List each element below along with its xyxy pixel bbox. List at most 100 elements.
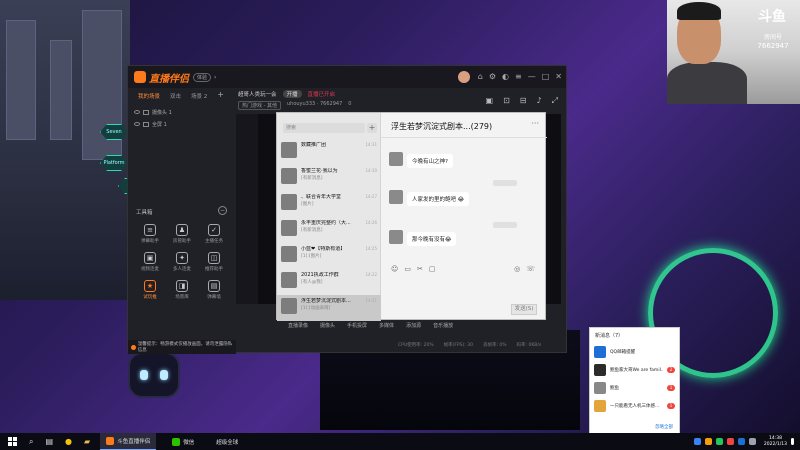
phone-icon[interactable]: ☏ [526,265,535,273]
tool-music[interactable]: 音乐播放 [433,322,453,329]
tool-label: 房管助手 [173,239,191,244]
tool-item[interactable]: ▤ 弹幕墙 [198,280,230,300]
version-badge[interactable]: 体验 [193,72,212,82]
tray-icon[interactable] [726,438,734,445]
clock[interactable]: 14:38 2022/1/13 [764,436,787,448]
tool-icon: ◫ [208,252,220,264]
live-tag[interactable]: 开播 [282,90,302,98]
add-chat-icon[interactable]: + [367,123,377,133]
webcam-logo: 斗鱼 [758,9,786,25]
search-icon[interactable]: ⌕ [29,437,33,447]
share-icon[interactable]: ⤢ [552,96,558,106]
tool-item[interactable]: ≡ 弹幕助手 [134,224,166,244]
tool-record[interactable]: 直播录像 [288,322,308,329]
close-button[interactable]: ✕ [555,72,562,81]
send-button[interactable]: 发送(S) [511,304,537,315]
input-toolbar: ☺ ▭ ✂ ▢ [391,265,435,273]
tool-item[interactable]: ★ 试玩推 [134,280,166,300]
qq-message-row[interactable]: 鲍鱼 1 [590,379,679,397]
tool-media[interactable]: 多媒体 [379,322,394,329]
qq-message-row[interactable]: 鲍鱼家大哥We are famil... 2 [590,361,679,379]
preview-sidebar [236,114,258,304]
conversation-preview: [有新消息] [301,228,323,233]
chrome-icon[interactable]: ● [65,437,72,446]
tab-my-scene[interactable]: 我的场景 [138,92,160,100]
qq-tray-icon[interactable] [737,438,745,445]
gift-icon[interactable]: ⌂ [478,72,483,81]
eye-icon[interactable] [134,122,140,126]
skin-icon[interactable]: ◐ [502,72,509,81]
chat-history-icon[interactable]: ▢ [429,265,436,273]
tool-item[interactable]: ▣ 视频连麦 [134,252,166,272]
settings-icon[interactable]: ⚙ [489,72,496,81]
menu-icon[interactable]: ≡ [515,72,522,81]
qq-message-row[interactable]: QQ邮箱提醒 [590,343,679,361]
chevron-right-icon[interactable]: › [214,74,216,81]
tool-item[interactable]: ♟ 房管助手 [166,224,198,244]
lock-icon[interactable] [143,109,149,115]
maximize-button[interactable]: □ [542,72,550,81]
user-avatar[interactable] [458,71,470,83]
avatar [281,168,297,184]
ignore-all-link[interactable]: 忽略全部 [655,424,673,430]
tool-item[interactable]: ◫ 推荐助手 [198,252,230,272]
gift-icon[interactable]: ⊟ [520,96,527,106]
taskbar-label: 超级全球 [216,439,239,446]
message-area[interactable]: 今晚有山之神? 人家发的里的鲍吧 😂 那今晚有没有😂 [381,137,547,257]
conversation-preview: [1]:[动画表情] [301,306,331,311]
avatar [281,194,297,210]
avatar[interactable] [389,190,403,204]
conversation-item[interactable]: 数藏推广团 14:31 [277,139,381,165]
volume-icon[interactable] [748,438,756,445]
wechat-window: 搜索 + 数藏推广团 14:31 香蜜兰花·我以为 [有新消息] 14:30 、联合青年大… [276,112,547,321]
emoji-icon[interactable]: ☺ [391,265,398,273]
tab-double-click[interactable]: 双击 [170,92,181,100]
add-scene-icon[interactable]: + [217,91,224,100]
conversation-item[interactable]: 香蜜兰花·我以为 [有新消息] 14:30 [277,165,381,191]
show-desktop-button[interactable] [791,438,794,445]
taskbar-item-douyu[interactable]: 斗鱼直播伴侣 [100,433,157,450]
lock-icon[interactable] [143,121,149,127]
tool-add-source[interactable]: 添加源 [406,322,421,329]
explorer-icon[interactable]: ▰ [84,437,90,446]
tool-camera[interactable]: 摄像头 [320,322,335,329]
record-icon[interactable]: ▣ [486,96,494,106]
more-icon[interactable]: ··· [531,119,539,128]
eye-icon[interactable] [134,110,140,114]
avatar[interactable] [389,230,403,244]
conversation-item[interactable]: 2021执政工作群 [有人@我] 14:22 [277,269,381,295]
conversation-item[interactable]: 、联合青年大学堂 [图片] 14:27 [277,191,381,217]
tray-icon[interactable] [715,438,723,445]
taskbar-item-other[interactable]: 超级全球 [210,433,244,450]
collapse-icon[interactable]: − [218,206,227,215]
start-button[interactable] [8,437,17,446]
tab-scene-2[interactable]: 场景 2 [191,92,207,100]
taskbar-label: 微信 [183,439,195,446]
conversation-item[interactable]: 永丰重庆完整约（大... [有新消息] 14:26 [277,217,381,243]
conversation-item[interactable]: 小蓝❤【特斯有道】 [1]:[图片] 14:25 [277,243,381,269]
bell-icon[interactable]: ♪ [536,96,541,106]
tray-icon[interactable] [704,438,712,445]
minimize-button[interactable]: — [528,72,536,81]
tool-item[interactable]: ✓ 主播任务 [198,224,230,244]
taskbar-item-wechat[interactable]: 微信 [166,433,200,450]
tool-item[interactable]: ✦ 多人连麦 [166,252,198,272]
conversation-item[interactable]: 浮生若梦沉淀式剧本... [1]:[动画表情] 14:21 [277,295,381,321]
video-call-icon[interactable]: ◎ [514,265,520,273]
folder-icon[interactable]: ▭ [404,265,411,273]
tool-item[interactable]: ◨ 场景库 [166,280,198,300]
task-view-icon[interactable]: ▤ [45,437,53,446]
qq-message-row[interactable]: 一只能看无人机三体感... 1 [590,397,679,415]
source-item[interactable]: 全屏 1 [134,118,172,130]
tool-label: 视频连麦 [141,267,159,272]
stream-title[interactable]: 超哥人类玩一会 [238,90,277,98]
category-pill[interactable]: 热门游戏 - 其他 [238,101,281,110]
source-item[interactable]: 摄像头 1 [134,106,172,118]
avatar[interactable] [389,152,403,166]
douyu-icon [106,437,115,445]
tray-icon[interactable] [693,438,701,445]
scissors-icon[interactable]: ✂ [417,265,423,273]
lock-icon[interactable]: ⊡ [503,96,510,106]
search-input[interactable]: 搜索 [283,123,365,133]
tool-phone-cast[interactable]: 手机投屏 [347,322,367,329]
